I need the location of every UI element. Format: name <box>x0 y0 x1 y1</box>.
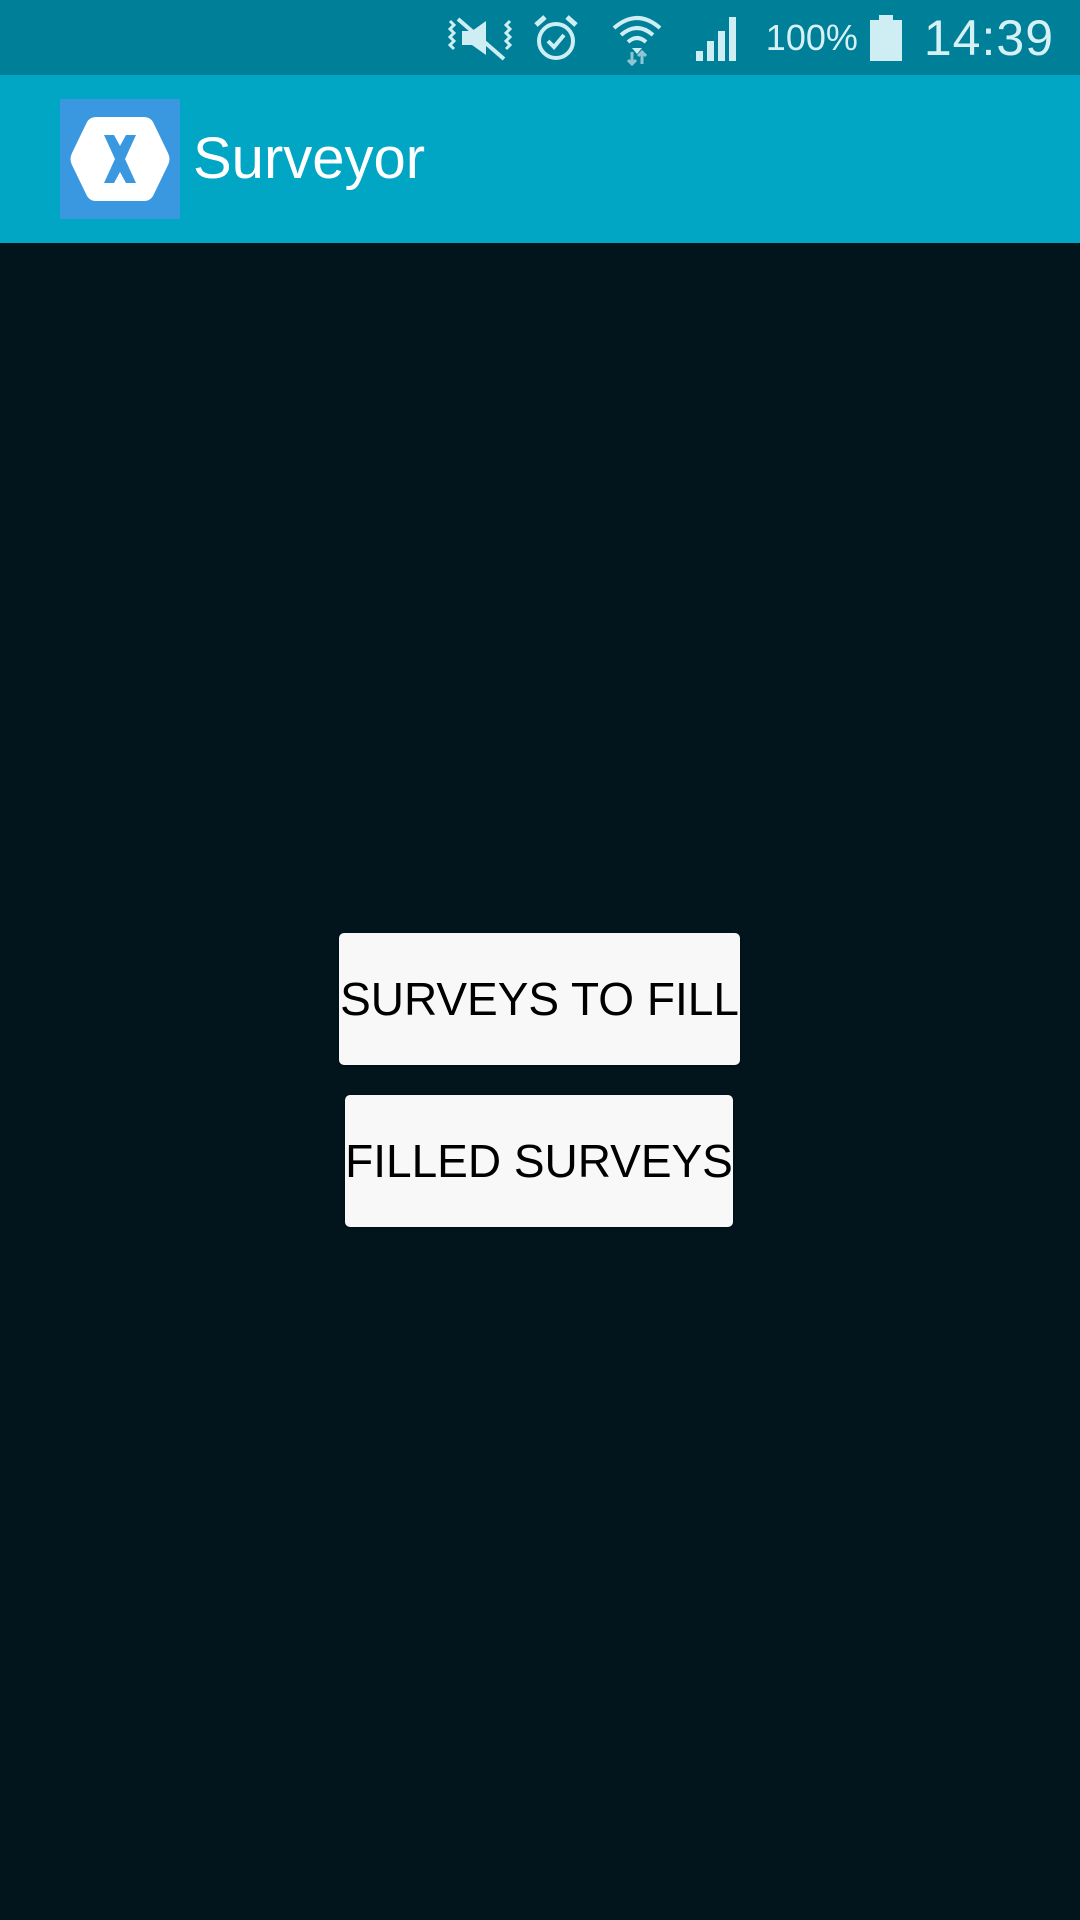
clock: 14:39 <box>923 9 1054 66</box>
alarm-icon <box>532 0 580 75</box>
wifi-icon <box>610 0 664 75</box>
filled-surveys-button[interactable]: FILLED SURVEYS <box>345 1095 733 1227</box>
xamarin-logo-icon[interactable] <box>60 99 180 219</box>
screen: 100% 14:39 Surveyor SURVEYS TO FILL FILL… <box>0 0 1080 1920</box>
app-title: Surveyor <box>193 126 426 191</box>
status-bar: 100% 14:39 <box>0 0 1080 75</box>
surveys-to-fill-button[interactable]: SURVEYS TO FILL <box>339 933 740 1065</box>
vibrate-mute-icon <box>444 0 516 75</box>
app-bar: Surveyor <box>0 75 1080 243</box>
battery-percent: 100% <box>765 16 858 58</box>
battery-icon <box>868 0 904 75</box>
signal-icon <box>694 0 744 75</box>
